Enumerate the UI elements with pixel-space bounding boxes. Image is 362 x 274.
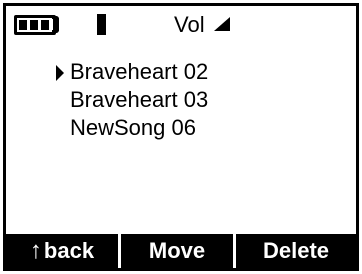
device-screen: Vol Braveheart 02 Braveheart 03 NewSong … <box>3 3 359 271</box>
list-item-label: Braveheart 02 <box>70 59 209 84</box>
list-item[interactable]: Braveheart 03 <box>6 86 356 114</box>
battery-icon <box>14 15 56 35</box>
move-button[interactable]: Move <box>121 234 233 268</box>
list-item[interactable]: NewSong 06 <box>6 114 356 142</box>
volume-label: Vol <box>174 12 205 37</box>
song-list: Braveheart 02 Braveheart 03 NewSong 06 <box>6 58 356 142</box>
battery-cell <box>30 20 38 30</box>
selection-cursor-icon <box>56 65 64 81</box>
list-item-label: Braveheart 03 <box>70 87 209 112</box>
delete-button-label: Delete <box>262 238 330 263</box>
signal-bar-icon <box>97 14 106 35</box>
up-arrow-icon: ↑ <box>29 237 42 264</box>
delete-button[interactable]: Delete <box>236 234 356 268</box>
softkey-bar: ↑back Move Delete <box>6 234 356 268</box>
move-button-label: Move <box>148 238 206 263</box>
list-item[interactable]: Braveheart 02 <box>6 58 356 86</box>
battery-cell <box>41 20 49 30</box>
back-button[interactable]: ↑back <box>6 234 118 268</box>
status-bar: Vol <box>6 6 356 46</box>
battery-tip-icon <box>52 16 59 33</box>
list-item-label: NewSong 06 <box>70 115 196 140</box>
battery-cell <box>19 20 27 30</box>
volume-triangle-icon <box>214 17 230 31</box>
back-button-label: back <box>43 238 95 263</box>
